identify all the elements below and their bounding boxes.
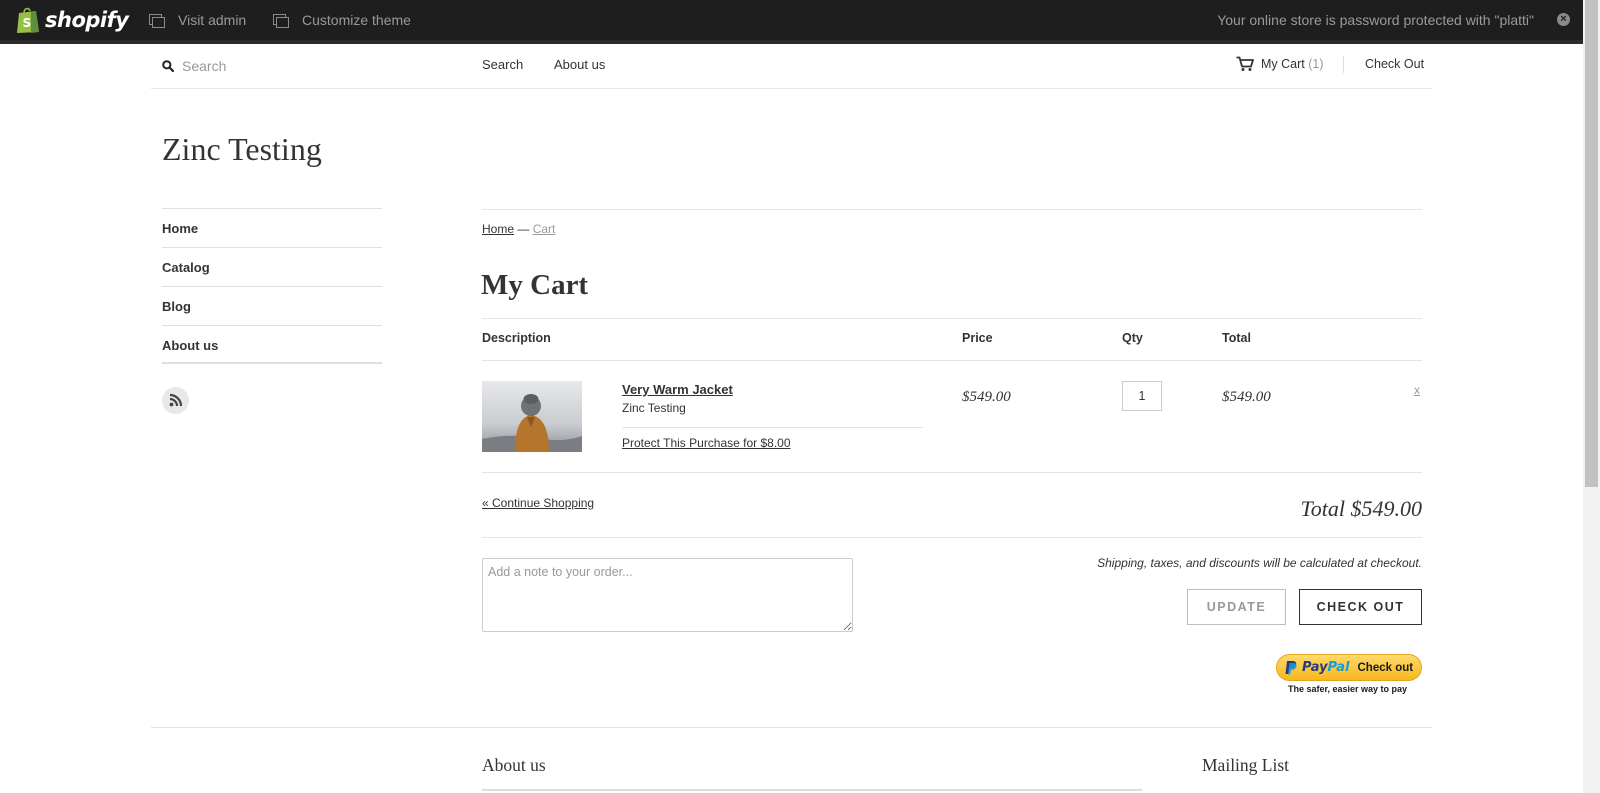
footer-about-heading: About us [482,755,546,775]
update-cart-button[interactable]: UPDATE [1187,589,1286,625]
search-icon [162,59,175,73]
column-description: Description [482,331,551,345]
paypal-checkout-label: Check out [1357,661,1414,674]
my-cart-label: My Cart [1261,57,1305,71]
window-icon [149,14,165,28]
sidebar-item-about-us[interactable]: About us [162,325,382,364]
column-qty: Qty [1122,331,1143,345]
main-divider [482,209,1422,210]
paypal-tagline: The safer, easier way to pay [1288,684,1408,694]
footer-mailing-heading: Mailing List [1202,755,1290,775]
breadcrumb: Home — Cart [482,222,555,236]
my-cart-link[interactable]: My Cart (1) [1261,57,1324,71]
top-navigation: Search About us My Cart (1) Check Out [151,48,1432,89]
header-checkout-link[interactable]: Check Out [1365,57,1424,71]
table-divider [482,472,1422,473]
close-icon[interactable]: × [1557,13,1570,26]
table-divider [482,537,1422,538]
remove-item-link[interactable]: x [1414,383,1420,397]
item-line-total: $549.00 [1222,389,1271,405]
footer-divider [151,727,1432,728]
nav-about-link[interactable]: About us [554,57,605,72]
nav-divider [1343,56,1344,73]
product-vendor: Zinc Testing [622,401,686,415]
sidebar-nav: Home Catalog Blog About us [162,208,382,364]
svg-text:S: S [23,16,32,30]
breadcrumb-separator: — [517,222,530,236]
breadcrumb-home-link[interactable]: Home [482,222,514,236]
product-name-link[interactable]: Very Warm Jacket [622,382,733,397]
shopify-logo[interactable]: S shopify [16,5,129,35]
sidebar-item-home[interactable]: Home [162,208,382,247]
visit-admin-link[interactable]: Visit admin [149,10,246,30]
paypal-word-pay: Pay [1302,660,1328,675]
page-title: My Cart [481,269,589,301]
password-notice: Your online store is password protected … [1217,12,1534,28]
customize-theme-label: Customize theme [302,12,411,28]
column-price: Price [962,331,993,345]
customize-theme-link[interactable]: Customize theme [273,10,411,30]
rss-icon[interactable] [162,387,189,414]
search-input[interactable] [182,56,422,76]
cart-icon[interactable] [1236,56,1254,72]
nav-search-link[interactable]: Search [482,57,523,72]
item-price: $549.00 [962,389,1011,405]
shopify-admin-bar: S shopify Visit admin Customize theme Yo… [0,0,1600,44]
paypal-p-icon [1285,660,1298,675]
shopify-wordmark: shopify [45,8,129,32]
page-scrollbar[interactable] [1583,0,1600,793]
window-icon [273,14,289,28]
continue-shopping-link[interactable]: « Continue Shopping [482,496,594,510]
protect-purchase-link[interactable]: Protect This Purchase for $8.00 [622,436,791,450]
cart-count: (1) [1308,57,1324,71]
cart-total: Total $549.00 [1300,496,1422,521]
table-divider [482,360,1422,361]
store-title[interactable]: Zinc Testing [162,131,322,168]
breadcrumb-current[interactable]: Cart [533,222,556,236]
scrollbar-thumb[interactable] [1585,0,1598,487]
paypal-word-pal: Pal [1327,660,1350,675]
visit-admin-label: Visit admin [178,12,247,28]
sidebar-item-blog[interactable]: Blog [162,286,382,325]
sidebar-item-catalog[interactable]: Catalog [162,247,382,286]
table-divider [482,318,1422,319]
footer-text-cutoff [482,788,1142,793]
column-total: Total [1222,331,1251,345]
paypal-checkout-button[interactable]: PayPal Check out [1276,654,1422,681]
quantity-input[interactable] [1122,381,1162,411]
shopify-bag-icon: S [16,6,40,34]
checkout-button[interactable]: CHECK OUT [1299,589,1422,625]
product-image[interactable] [482,381,582,452]
paypal-wordmark: PayPal [1302,660,1349,675]
order-note-field[interactable] [482,558,853,632]
shipping-note: Shipping, taxes, and discounts will be c… [1097,556,1422,570]
product-separator [622,427,923,428]
